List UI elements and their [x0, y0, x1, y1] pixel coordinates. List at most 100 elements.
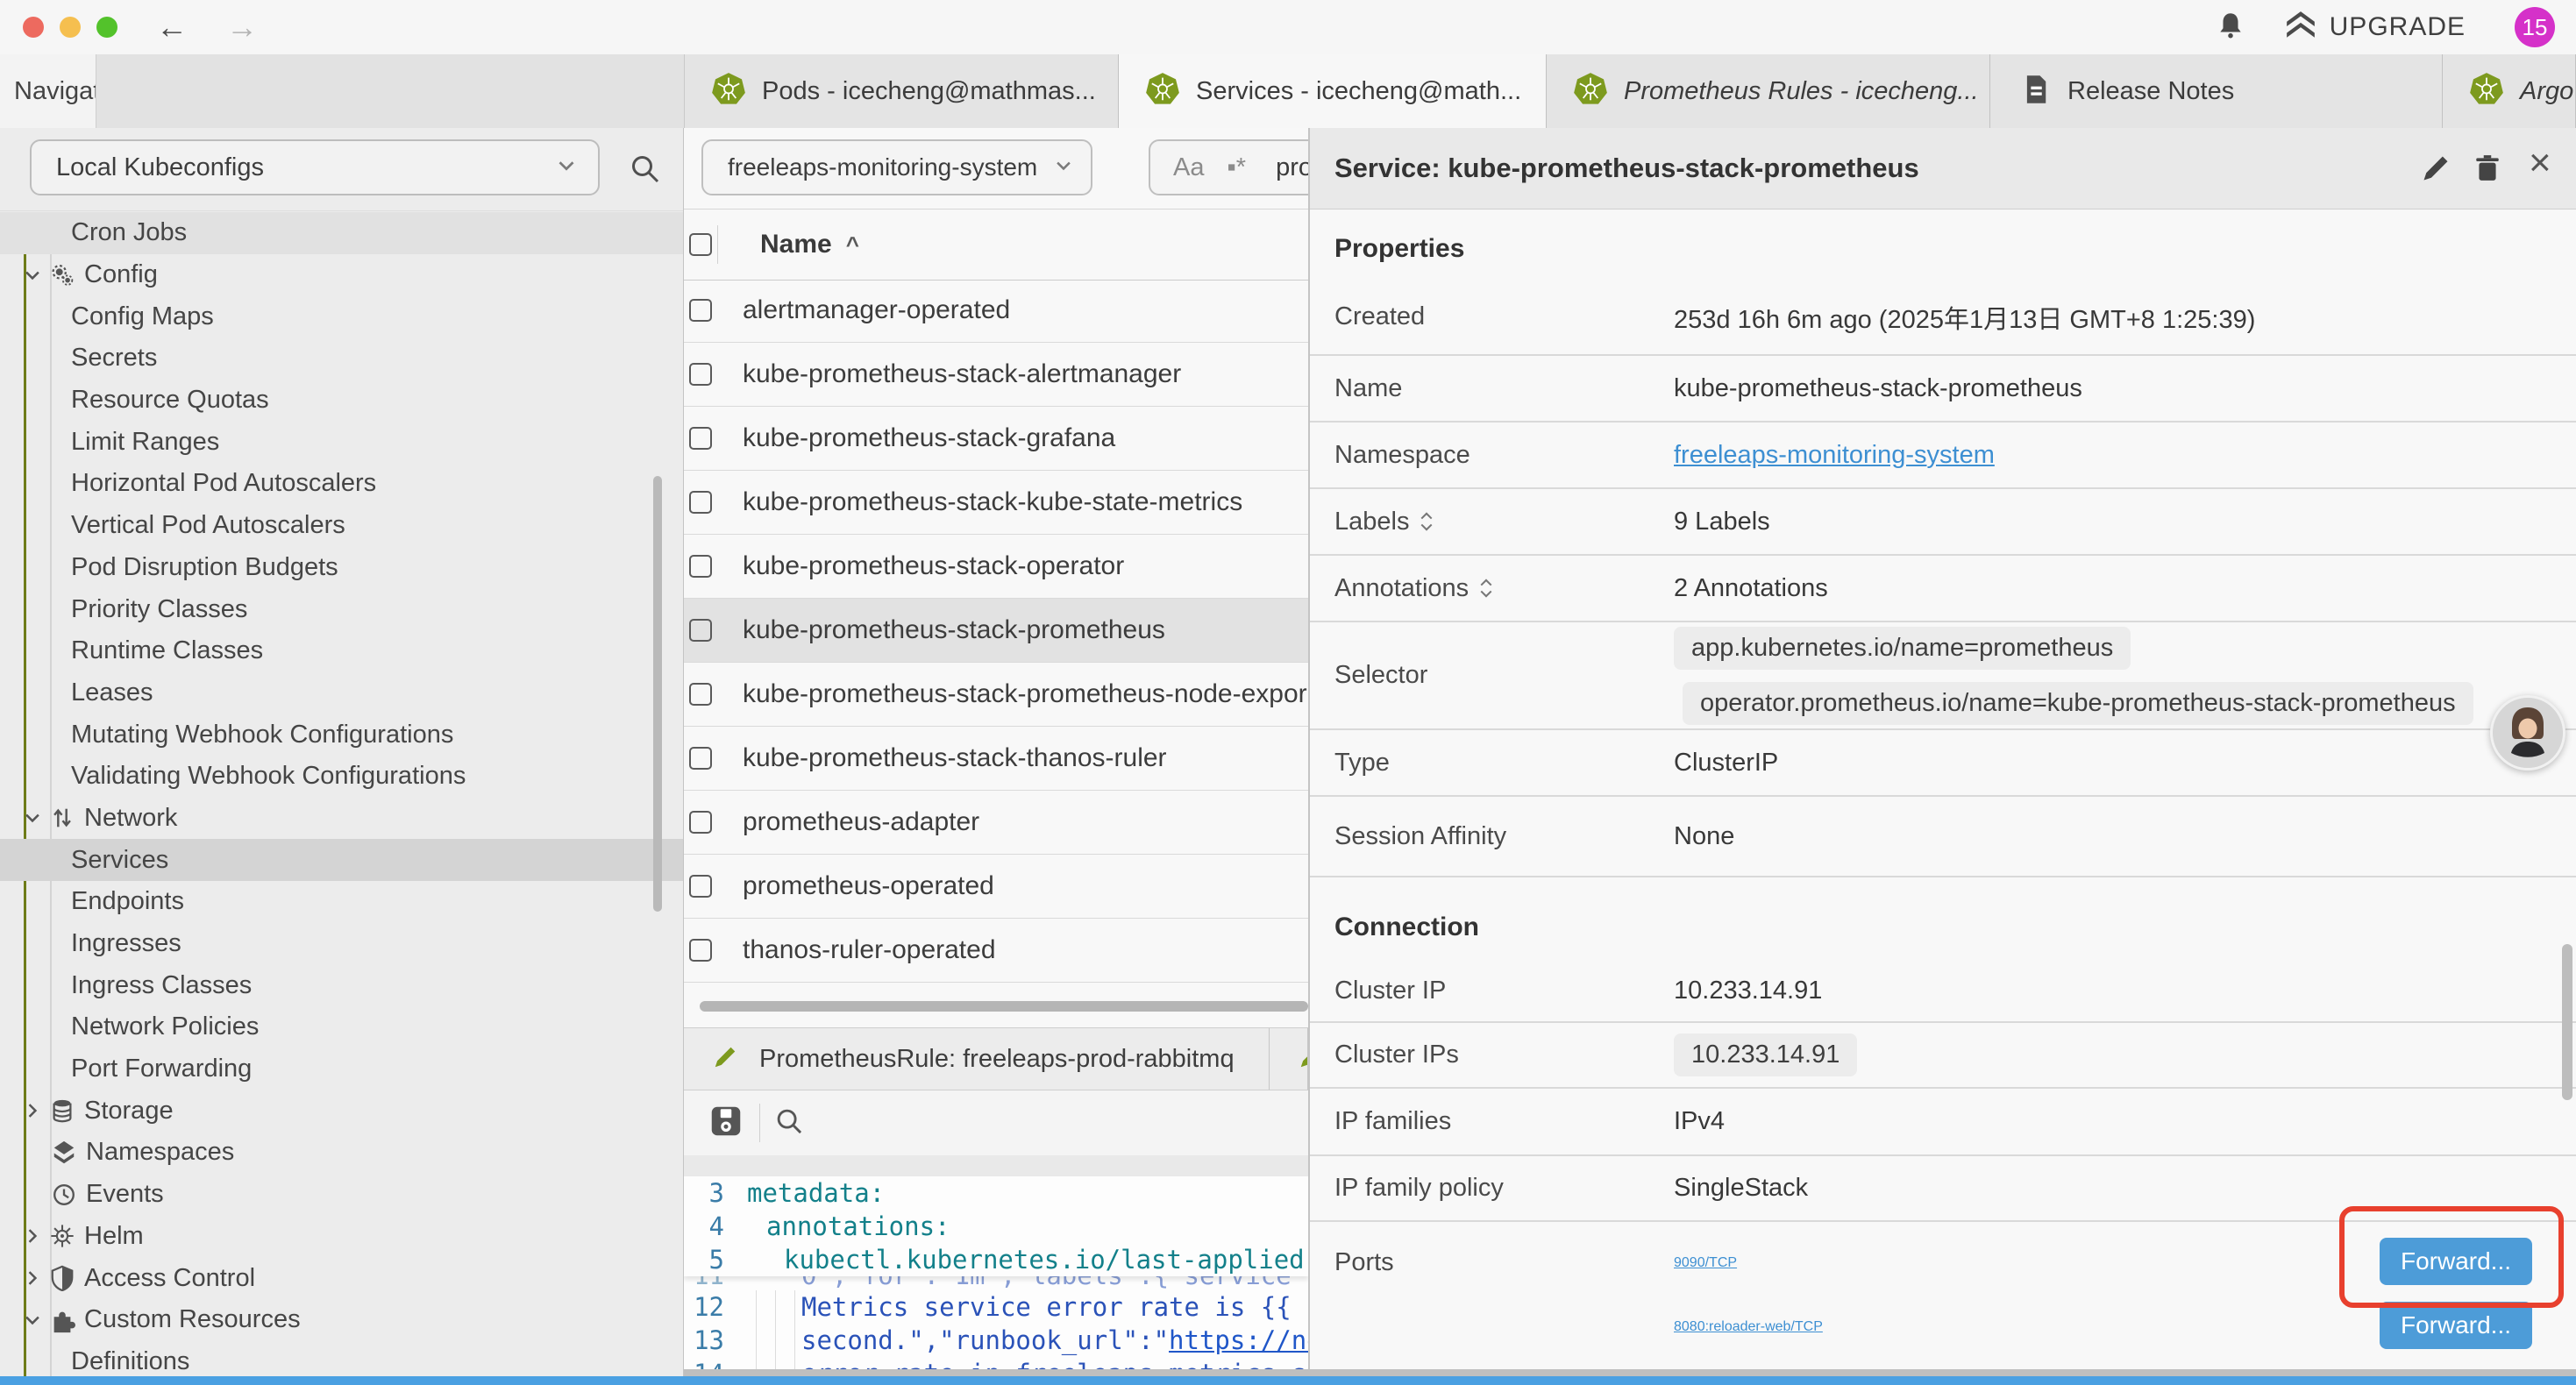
row-checkbox[interactable]	[689, 939, 712, 962]
chevron-down-icon[interactable]	[19, 805, 46, 831]
regex-toggle[interactable]: ▪*	[1227, 153, 1246, 182]
bell-icon[interactable]	[2216, 11, 2245, 45]
sidebar-item-pod-disruption-budgets[interactable]: Pod Disruption Budgets	[0, 547, 684, 589]
tab-prometheus-rules[interactable]: Prometheus Rules - icecheng...	[1547, 54, 1990, 128]
match-case-toggle[interactable]: Aa	[1173, 153, 1204, 182]
sidebar-item-ingresses[interactable]: Ingresses	[0, 923, 684, 965]
sidebar-item-cron-jobs[interactable]: Cron Jobs	[0, 212, 684, 254]
table-row-kube-prometheus-stack-prometheus-node-expor[interactable]: kube-prometheus-stack-prometheus-node-ex…	[684, 663, 1308, 727]
editor-search-icon[interactable]	[772, 1104, 806, 1142]
close-icon[interactable]: ×	[2529, 144, 2551, 182]
sidebar-item-helm[interactable]: Helm	[0, 1216, 684, 1258]
sidebar-item-network-policies[interactable]: Network Policies	[0, 1006, 684, 1048]
sidebar-item-services[interactable]: Services	[0, 839, 684, 881]
table-row-kube-prometheus-stack-thanos-ruler[interactable]: kube-prometheus-stack-thanos-ruler	[684, 727, 1308, 791]
chevron-right-icon[interactable]	[19, 1223, 46, 1249]
sidebar-item-leases[interactable]: Leases	[0, 672, 684, 714]
row-checkbox[interactable]	[689, 427, 712, 450]
sidebar-item-storage[interactable]: Storage	[0, 1090, 684, 1132]
sidebar-item-namespaces[interactable]: Namespaces	[0, 1132, 684, 1174]
horizontal-scrollbar[interactable]	[700, 1001, 1308, 1012]
chevron-right-icon[interactable]	[19, 1265, 46, 1291]
row-checkbox[interactable]	[689, 555, 712, 578]
sidebar-item-config-maps[interactable]: Config Maps	[0, 295, 684, 337]
avatar[interactable]	[2490, 695, 2565, 771]
sidebar-item-network[interactable]: Network	[0, 798, 684, 840]
row-checkbox[interactable]	[689, 811, 712, 834]
row-checkbox[interactable]	[689, 747, 712, 770]
tab-release-notes[interactable]: Release Notes	[1990, 54, 2443, 128]
expand-collapse-icon[interactable]	[1479, 577, 1493, 600]
sidebar-item-endpoints[interactable]: Endpoints	[0, 881, 684, 923]
save-icon[interactable]	[708, 1104, 744, 1143]
sidebar-item-port-forwarding[interactable]: Port Forwarding	[0, 1048, 684, 1090]
row-checkbox[interactable]	[689, 683, 712, 706]
runbook-url-link[interactable]: https://net	[1169, 1325, 1308, 1355]
labels-value[interactable]: 9 Labels	[1674, 508, 1770, 536]
forward-button-8080[interactable]: Forward...	[2380, 1302, 2532, 1349]
upgrade-button[interactable]: UPGRADE	[2284, 11, 2466, 45]
sidebar-item-priority-classes[interactable]: Priority Classes	[0, 588, 684, 630]
table-row-prometheus-adapter[interactable]: prometheus-adapter	[684, 791, 1308, 855]
sidebar-item-limit-ranges[interactable]: Limit Ranges	[0, 421, 684, 463]
delete-icon[interactable]	[2473, 153, 2504, 184]
table-row-kube-prometheus-stack-operator[interactable]: kube-prometheus-stack-operator	[684, 535, 1308, 599]
edit-icon[interactable]	[2420, 153, 2451, 184]
table-row-kube-prometheus-stack-grafana[interactable]: kube-prometheus-stack-grafana	[684, 407, 1308, 471]
editor-tab-next[interactable]	[1270, 1028, 1308, 1090]
row-checkbox[interactable]	[689, 491, 712, 514]
back-arrow-icon[interactable]: ←	[156, 11, 188, 43]
row-checkbox[interactable]	[689, 875, 712, 898]
tab-navigator[interactable]: Navigator	[0, 54, 96, 128]
search-icon[interactable]	[627, 151, 662, 190]
table-row-prometheus-operated[interactable]: prometheus-operated	[684, 855, 1308, 919]
sidebar-item-validating-webhook-configurations[interactable]: Validating Webhook Configurations	[0, 756, 684, 798]
panel-scrollbar[interactable]	[2562, 944, 2572, 1100]
expand-collapse-icon[interactable]	[1420, 510, 1434, 533]
yaml-editor[interactable]: 3metadata: 4annotations: 5kubectl.kubern…	[684, 1176, 1308, 1385]
chevron-right-icon[interactable]	[19, 1097, 46, 1124]
sidebar-item-config[interactable]: Config	[0, 254, 684, 296]
zoom-window-button[interactable]	[96, 17, 117, 38]
sidebar-item-access-control[interactable]: Access Control	[0, 1257, 684, 1299]
sidebar-scrollbar[interactable]	[653, 476, 662, 912]
annotations-value[interactable]: 2 Annotations	[1674, 574, 1828, 603]
sidebar-item-resource-quotas[interactable]: Resource Quotas	[0, 380, 684, 422]
table-row-thanos-ruler-operated[interactable]: thanos-ruler-operated	[684, 919, 1308, 983]
sort-ascending-icon[interactable]: ^	[846, 231, 859, 259]
sidebar-item-vertical-pod-autoscalers[interactable]: Vertical Pod Autoscalers	[0, 505, 684, 547]
namespace-link[interactable]: freeleaps-monitoring-system	[1674, 441, 1995, 470]
close-window-button[interactable]	[23, 17, 44, 38]
table-row-kube-prometheus-stack-prometheus[interactable]: kube-prometheus-stack-prometheus	[684, 599, 1308, 663]
select-all-checkbox[interactable]	[689, 233, 712, 256]
table-row-alertmanager-operated[interactable]: alertmanager-operated	[684, 279, 1308, 343]
tab-argo[interactable]: Argo Se	[2443, 54, 2576, 128]
port-link-8080[interactable]: 8080:reloader-web/TCP	[1674, 1319, 1823, 1335]
tab-services[interactable]: Services - icecheng@math... ×	[1119, 54, 1547, 128]
namespace-selector[interactable]: freeleaps-monitoring-system	[701, 139, 1092, 195]
editor-tab-prometheusrule[interactable]: PrometheusRule: freeleaps-prod-rabbitmq	[684, 1028, 1270, 1090]
minimize-window-button[interactable]	[60, 17, 81, 38]
table-row-kube-prometheus-stack-kube-state-metrics[interactable]: kube-prometheus-stack-kube-state-metrics	[684, 471, 1308, 535]
notification-badge[interactable]: 15	[2515, 7, 2555, 47]
forward-arrow-icon[interactable]: →	[226, 11, 258, 43]
session-affinity-value: None	[1674, 822, 1734, 851]
table-row-kube-prometheus-stack-alertmanager[interactable]: kube-prometheus-stack-alertmanager	[684, 343, 1308, 407]
sidebar-item-mutating-webhook-configurations[interactable]: Mutating Webhook Configurations	[0, 714, 684, 756]
port-link-9090[interactable]: 9090/TCP	[1674, 1255, 1737, 1271]
kubeconfig-selector[interactable]: Local Kubeconfigs	[30, 139, 600, 195]
row-checkbox[interactable]	[689, 299, 712, 322]
sidebar-item-ingress-classes[interactable]: Ingress Classes	[0, 964, 684, 1006]
sidebar-item-events[interactable]: Events	[0, 1174, 684, 1216]
tab-pods[interactable]: Pods - icecheng@mathmas...	[685, 54, 1119, 128]
row-checkbox[interactable]	[689, 619, 712, 642]
row-checkbox[interactable]	[689, 363, 712, 386]
sidebar-item-runtime-classes[interactable]: Runtime Classes	[0, 630, 684, 672]
name-column-header[interactable]: Name	[760, 230, 832, 259]
sidebar-item-custom-resources[interactable]: Custom Resources	[0, 1299, 684, 1341]
chevron-down-icon[interactable]	[19, 262, 46, 288]
sidebar-item-horizontal-pod-autoscalers[interactable]: Horizontal Pod Autoscalers	[0, 463, 684, 505]
name-filter-input[interactable]: Aa ▪* prome	[1149, 139, 1308, 195]
chevron-down-icon[interactable]	[19, 1307, 46, 1333]
sidebar-item-secrets[interactable]: Secrets	[0, 337, 684, 380]
